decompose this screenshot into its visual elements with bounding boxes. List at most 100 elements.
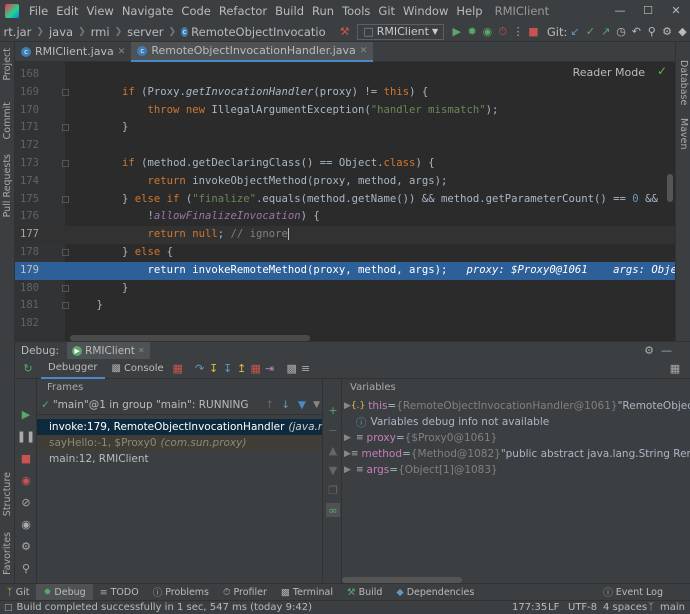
mute-breakpoints-icon[interactable]: ⊘ (19, 495, 33, 509)
step-over-icon[interactable]: ↷ (193, 362, 207, 376)
close-tab-icon[interactable]: ✕ (118, 47, 126, 57)
tool-tab-dependencies[interactable]: ◆ Dependencies (389, 584, 481, 601)
thread-selector[interactable]: ✓ "main"@1 in group "main": RUNNING ↑ ↓ … (37, 395, 322, 415)
git-update-icon[interactable]: ↙ (569, 24, 580, 40)
fold-marker-icon[interactable] (62, 124, 69, 132)
camera-icon[interactable]: ◉ (19, 517, 33, 531)
evaluate-expression-icon[interactable]: ▩ (285, 362, 299, 376)
jetbrains-icon[interactable]: ◆ (677, 24, 688, 40)
hammer-icon[interactable]: ⚒ (339, 24, 350, 40)
chevron-down-icon[interactable]: ▼ (313, 400, 320, 410)
coverage-icon[interactable]: ◉ (482, 24, 493, 40)
pull-requests-tool-tab[interactable]: Pull Requests (2, 154, 13, 217)
maven-tool-tab[interactable]: Maven (678, 118, 689, 150)
frame-row[interactable]: sayHello:-1, $Proxy0 (com.sun.proxy) (37, 435, 322, 451)
project-tool-tab[interactable]: Project (2, 48, 13, 81)
show-watches-icon[interactable]: ∞ (326, 503, 340, 517)
expand-arrow-icon[interactable]: ▶ (344, 449, 351, 459)
pin-icon[interactable]: ⚲ (19, 561, 33, 575)
database-tool-tab[interactable]: Database (678, 60, 689, 105)
pause-icon[interactable]: ❚❚ (17, 429, 35, 443)
copy-icon[interactable]: ❐ (326, 483, 340, 497)
more-run-icon[interactable]: ⋮ (512, 24, 524, 40)
close-tab-icon[interactable]: ✕ (138, 346, 145, 355)
tool-tab-problems[interactable]: ⓘ Problems (146, 584, 216, 601)
frame-row[interactable]: main:12, RMIClient (37, 451, 322, 467)
status-message[interactable]: Build completed successfully in 1 sec, 5… (17, 602, 312, 613)
menu-help[interactable]: Help (452, 4, 486, 18)
tool-tab-debug[interactable]: ✹ Debug (36, 583, 93, 601)
variable-row[interactable]: ▶ ≡ proxy = {$Proxy0@1061} (342, 431, 690, 445)
profile-icon[interactable]: ⏱ (497, 24, 508, 40)
step-layout-icon[interactable]: ▦ (171, 362, 185, 376)
tab-remote-object-invocation-handler[interactable]: c RemoteObjectInvocationHandler.java ✕ (131, 41, 374, 62)
menu-window[interactable]: Window (399, 4, 452, 18)
tool-tab-build[interactable]: ⚒ Build (340, 584, 389, 601)
menu-git[interactable]: Git (374, 4, 399, 18)
trace-icon[interactable]: ≡ (299, 362, 313, 376)
fold-marker-icon[interactable] (62, 160, 69, 167)
tool-tab-event-log[interactable]: ⓘ Event Log (596, 584, 670, 601)
add-watch-icon[interactable]: + (326, 403, 340, 417)
menu-tools[interactable]: Tools (338, 4, 374, 18)
drop-frame-icon[interactable]: ▦ (249, 362, 263, 376)
step-out-icon[interactable]: ↥ (235, 362, 249, 376)
menu-build[interactable]: Build (271, 4, 308, 18)
fold-marker-icon[interactable] (62, 195, 69, 203)
menu-code[interactable]: Code (177, 4, 214, 18)
minimize-icon[interactable]: — (606, 0, 634, 22)
run-to-cursor-icon[interactable]: ⇥ (263, 362, 277, 376)
editor-vertical-scrollbar[interactable] (667, 174, 673, 202)
history-icon[interactable]: ◷ (615, 24, 626, 40)
tab-console[interactable]: ▩ Console (105, 359, 171, 379)
breadcrumb-java[interactable]: java (49, 25, 73, 39)
step-into-icon[interactable]: ↧ (207, 362, 221, 376)
menu-navigate[interactable]: Navigate (118, 4, 178, 18)
rollback-icon[interactable]: ↶ (631, 24, 642, 40)
expand-arrow-icon[interactable]: ▶ (344, 465, 356, 475)
variable-row[interactable]: ⓘ Variables debug info not available (342, 415, 690, 429)
breadcrumb-class[interactable]: RemoteObjectInvocatio (191, 25, 325, 39)
settings-icon[interactable]: ⚙ (661, 24, 672, 40)
file-encoding[interactable]: UTF-8 (568, 602, 597, 613)
run-configuration-selector[interactable]: □ RMIClient ▼ (357, 23, 445, 40)
menu-file[interactable]: File (25, 4, 52, 18)
menu-edit[interactable]: Edit (52, 4, 82, 18)
favorites-tool-tab[interactable]: Favorites (2, 532, 13, 575)
resume-icon[interactable]: ▶ (19, 407, 33, 421)
rerun-icon[interactable]: ↻ (21, 362, 35, 376)
settings-icon[interactable]: ⚙ (644, 344, 654, 357)
move-up-icon[interactable]: ▲ (326, 443, 340, 457)
close-tab-icon[interactable]: ✕ (360, 46, 368, 56)
fold-marker-icon[interactable] (62, 249, 69, 256)
indent-setting[interactable]: 4 spaces (603, 602, 647, 613)
git-push-icon[interactable]: ↗ (600, 24, 611, 40)
expand-arrow-icon[interactable]: ▶ (344, 401, 351, 411)
tool-tab-git[interactable]: ᛉ Git (0, 584, 36, 601)
structure-tool-tab[interactable]: Structure (2, 472, 13, 516)
filter-icon[interactable]: ▼ (298, 399, 306, 411)
stop-icon[interactable]: ■ (528, 24, 539, 40)
tool-tab-todo[interactable]: ≡ TODO (93, 584, 146, 601)
tab-debugger[interactable]: Debugger (41, 359, 105, 379)
tab-rmiclient[interactable]: c RMIClient.java ✕ (15, 42, 131, 62)
minimize-panel-icon[interactable]: — (661, 344, 672, 357)
up-arrow-icon[interactable]: ↑ (265, 399, 274, 411)
settings-icon[interactable]: ⚙ (19, 539, 33, 553)
menu-refactor[interactable]: Refactor (215, 4, 271, 18)
run-icon[interactable]: ▶ (451, 24, 462, 40)
maximize-icon[interactable]: ☐ (634, 0, 662, 22)
close-icon[interactable]: ✕ (662, 0, 690, 22)
breadcrumb-server[interactable]: server (127, 25, 163, 39)
git-branch[interactable]: main (660, 602, 685, 613)
move-down-icon[interactable]: ▼ (326, 463, 340, 477)
view-breakpoints-icon[interactable]: ◉ (19, 473, 33, 487)
fold-marker-icon[interactable] (62, 88, 69, 96)
frame-row[interactable]: invoke:179, RemoteObjectInvocationHandle… (37, 419, 322, 435)
git-commit-icon[interactable]: ✓ (585, 24, 596, 40)
restore-layout-icon[interactable]: ▦ (668, 362, 682, 376)
remove-watch-icon[interactable]: − (326, 423, 340, 437)
line-separator[interactable]: LF (548, 602, 559, 613)
debug-bug-icon[interactable]: ✹ (466, 24, 477, 40)
breadcrumb-rmi[interactable]: rmi (91, 25, 110, 39)
